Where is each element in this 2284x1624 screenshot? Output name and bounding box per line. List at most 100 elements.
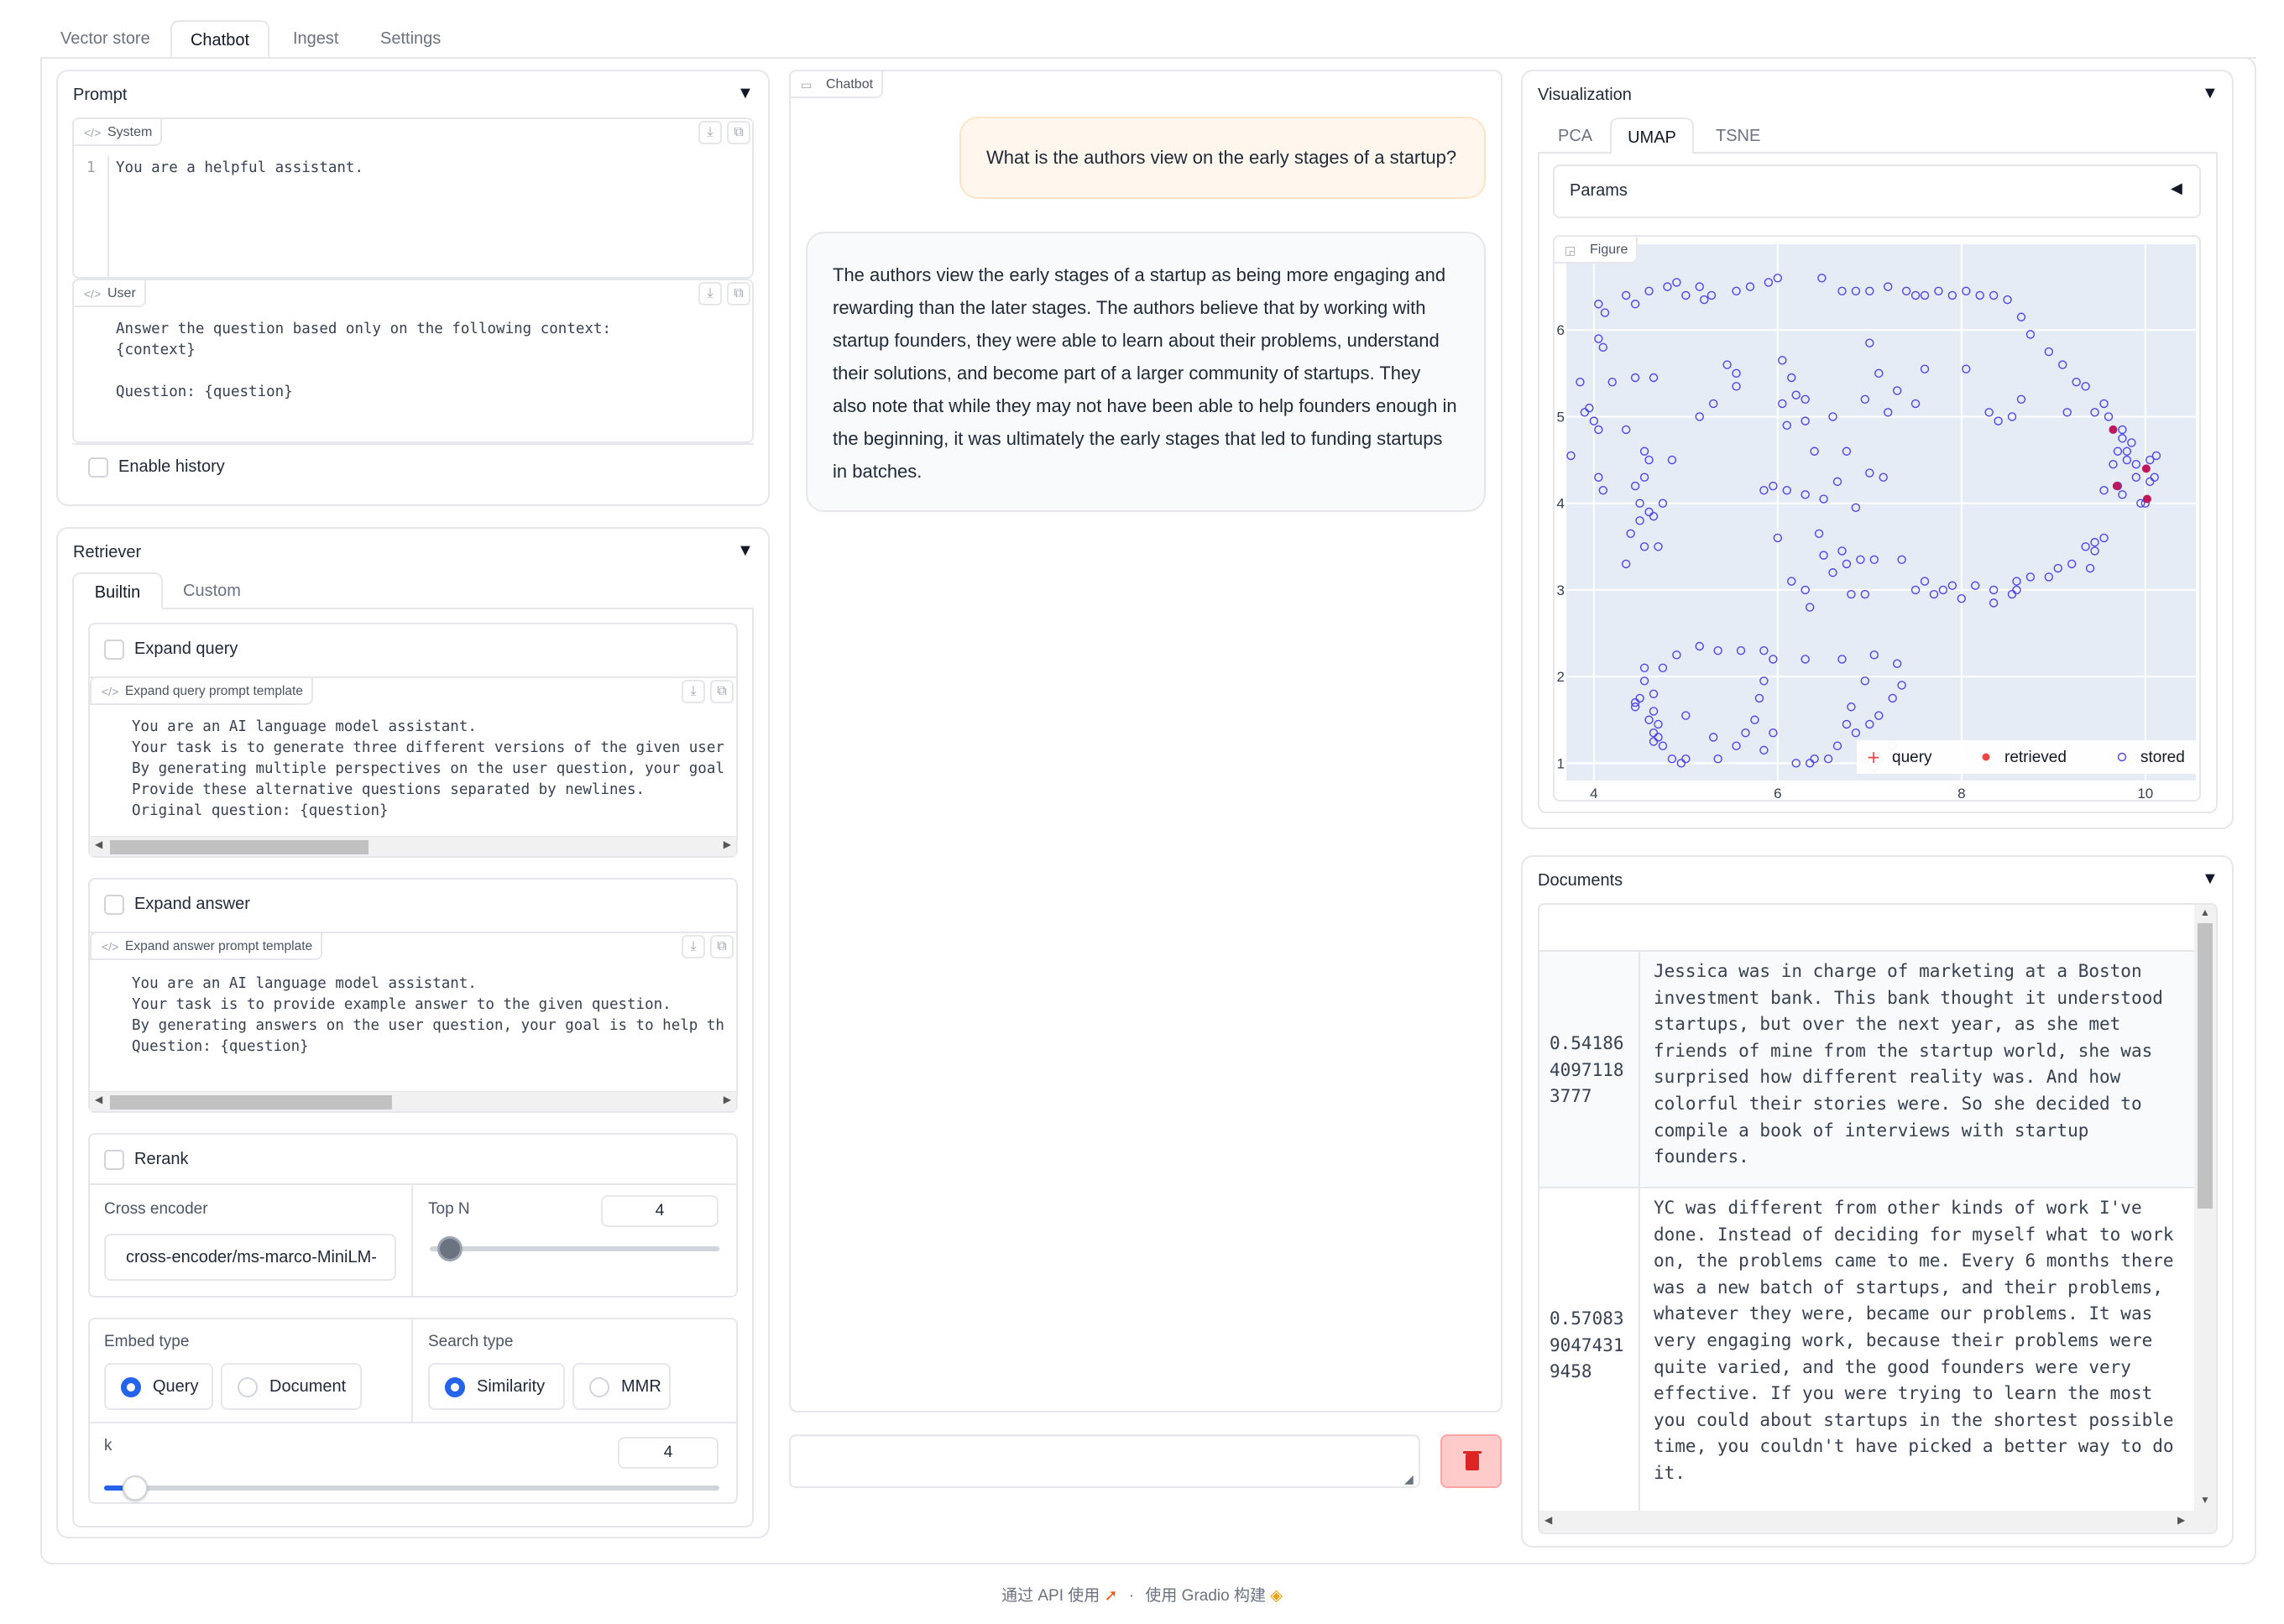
trash-lid <box>1463 1451 1482 1454</box>
embed-option-document[interactable]: Document <box>221 1363 362 1410</box>
user-message-bubble: What is the authors view on the early st… <box>959 117 1486 199</box>
code-icon: </> <box>102 685 119 698</box>
rerank-checkbox[interactable] <box>104 1150 124 1170</box>
user-message-text: What is the authors view on the early st… <box>986 147 1457 168</box>
embed-option-query[interactable]: Query <box>104 1363 213 1410</box>
legend-label: stored <box>2140 749 2185 766</box>
retrieved-point <box>2142 494 2151 504</box>
y-tick-label: 2 <box>1557 669 1565 685</box>
search-type-label: Search type <box>428 1333 514 1350</box>
scroll-thumb[interactable] <box>110 840 368 854</box>
tab-settings[interactable]: Settings <box>380 20 473 57</box>
tab-tsne[interactable]: TSNE <box>1716 117 1760 154</box>
chat-icon: ▭ <box>801 78 813 91</box>
y-tick-label: 3 <box>1557 582 1565 598</box>
scroll-left-icon[interactable]: ◀ <box>95 1094 102 1105</box>
copy-icon[interactable]: ⧉ <box>710 680 734 703</box>
footer-gradio-link[interactable]: 使用 Gradio 构建 <box>1145 1587 1266 1605</box>
copy-icon[interactable]: ⧉ <box>727 282 750 305</box>
k-slider-thumb[interactable] <box>122 1475 148 1501</box>
footer: 通过 API 使用 ➚ · 使用 Gradio 构建 ◈ <box>0 1583 2284 1606</box>
chart-icon: ◲ <box>1565 243 1576 257</box>
delete-button[interactable] <box>1440 1434 1502 1488</box>
documents-table: 0.54186 4097118 3777 Jessica was in char… <box>1538 903 2218 1534</box>
system-editor[interactable] <box>72 117 754 279</box>
documents-hscrollbar[interactable]: ◀ ▶ <box>1539 1511 2216 1533</box>
params-expand-icon[interactable]: ◀ <box>2171 180 2182 197</box>
documents-collapse-icon[interactable]: ▼ <box>2202 869 2219 889</box>
figure-block: 468101234567+queryretrievedstored <box>1553 235 2201 802</box>
rerank-divider <box>90 1183 736 1185</box>
visualization-collapse-icon[interactable]: ▼ <box>2202 84 2219 103</box>
scroll-right-icon[interactable]: ▶ <box>724 1094 731 1105</box>
legend-label: retrieved <box>2004 749 2067 766</box>
search-option-similarity[interactable]: Similarity <box>428 1363 565 1410</box>
system-text[interactable]: You are a helpful assistant. <box>116 158 363 179</box>
retrieved-point <box>2109 425 2118 434</box>
k-input[interactable]: 4 <box>618 1437 719 1469</box>
download-icon[interactable]: ⤓ <box>698 121 722 144</box>
expand-answer-hscrollbar[interactable]: ◀ ▶ <box>90 1091 736 1111</box>
documents-vscrollbar[interactable]: ▲ ▼ <box>2194 905 2216 1511</box>
cross-encoder-input[interactable]: cross-encoder/ms-marco-MiniLM- <box>104 1234 396 1281</box>
tab-pca[interactable]: PCA <box>1558 117 1592 154</box>
expand-answer-template-text[interactable]: You are an AI language model assistant. … <box>132 974 724 1057</box>
expand-query-checkbox[interactable] <box>104 640 124 660</box>
radio-selected <box>445 1377 465 1397</box>
app-root: Vector store Chatbot Ingest Settings Pro… <box>0 0 2284 1624</box>
score-value: 0.54186 4097118 3777 <box>1550 1033 1624 1107</box>
expand-query-template-text[interactable]: You are an AI language model assistant. … <box>132 717 724 822</box>
expand-answer-label: Expand answer <box>134 895 250 913</box>
bot-message-bubble: The authors view the early stages of a s… <box>806 232 1486 512</box>
x-tick-label: 8 <box>1957 786 1965 802</box>
enable-history-checkbox[interactable] <box>88 457 108 478</box>
x-tick-label: 6 <box>1774 786 1781 802</box>
expand-query-hscrollbar[interactable]: ◀ ▶ <box>90 836 736 856</box>
footer-separator: · <box>1128 1587 1135 1605</box>
scroll-thumb[interactable] <box>2198 923 2213 1209</box>
expand-answer-checkbox[interactable] <box>104 895 124 915</box>
tab-ingest[interactable]: Ingest <box>293 20 377 57</box>
scroll-left-icon[interactable]: ◀ <box>1544 1514 1552 1526</box>
radio-unselected <box>238 1377 258 1397</box>
document-text: Jessica was in charge of marketing at a … <box>1654 961 2174 1167</box>
scroll-right-icon[interactable]: ▶ <box>2177 1514 2185 1526</box>
footer-api-link[interactable]: 通过 API 使用 <box>1001 1587 1100 1605</box>
scroll-up-icon[interactable]: ▲ <box>2200 906 2210 918</box>
legend-marker-query: + <box>1867 747 1881 767</box>
scroll-right-icon[interactable]: ▶ <box>724 838 731 850</box>
scroll-left-icon[interactable]: ◀ <box>95 838 102 850</box>
user-text[interactable]: Answer the question based only on the fo… <box>116 319 611 403</box>
copy-icon[interactable]: ⧉ <box>710 935 734 958</box>
scroll-down-icon[interactable]: ▼ <box>2200 1494 2210 1506</box>
download-icon[interactable]: ⤓ <box>682 680 705 703</box>
scroll-thumb[interactable] <box>110 1095 392 1110</box>
search-option-mmr[interactable]: MMR <box>572 1363 671 1410</box>
prompt-title: Prompt <box>73 86 128 104</box>
top-n-slider-track[interactable] <box>430 1246 719 1251</box>
params-accordion[interactable] <box>1553 164 2201 218</box>
retriever-collapse-icon[interactable]: ▼ <box>737 541 754 561</box>
embed-type-label: Embed type <box>104 1333 190 1350</box>
chat-input[interactable] <box>789 1434 1420 1488</box>
resize-grip-icon[interactable]: ◢ <box>1404 1472 1414 1486</box>
code-icon: </> <box>84 287 102 300</box>
tab-custom[interactable]: Custom <box>183 572 241 609</box>
table-row: 0.57083 9047431 9458 YC was different fr… <box>1539 1188 2194 1533</box>
top-n-slider-thumb[interactable] <box>437 1236 463 1261</box>
user-label: </> User <box>72 279 146 307</box>
tab-builtin[interactable]: Builtin <box>72 572 163 609</box>
download-icon[interactable]: ⤓ <box>682 935 705 958</box>
copy-icon[interactable]: ⧉ <box>727 121 750 144</box>
download-icon[interactable]: ⤓ <box>698 282 722 305</box>
tab-umap[interactable]: UMAP <box>1610 117 1694 154</box>
params-label: Params <box>1570 181 1628 200</box>
retriever-title: Retriever <box>73 543 142 561</box>
rocket-icon: ➚ <box>1104 1587 1118 1605</box>
line-number: 1 <box>86 159 96 176</box>
prompt-collapse-icon[interactable]: ▼ <box>737 84 754 103</box>
top-n-input[interactable]: 4 <box>601 1195 719 1227</box>
k-slider-track[interactable] <box>104 1486 719 1491</box>
y-tick-label: 4 <box>1557 496 1565 512</box>
tab-chatbot[interactable]: Chatbot <box>170 20 269 57</box>
